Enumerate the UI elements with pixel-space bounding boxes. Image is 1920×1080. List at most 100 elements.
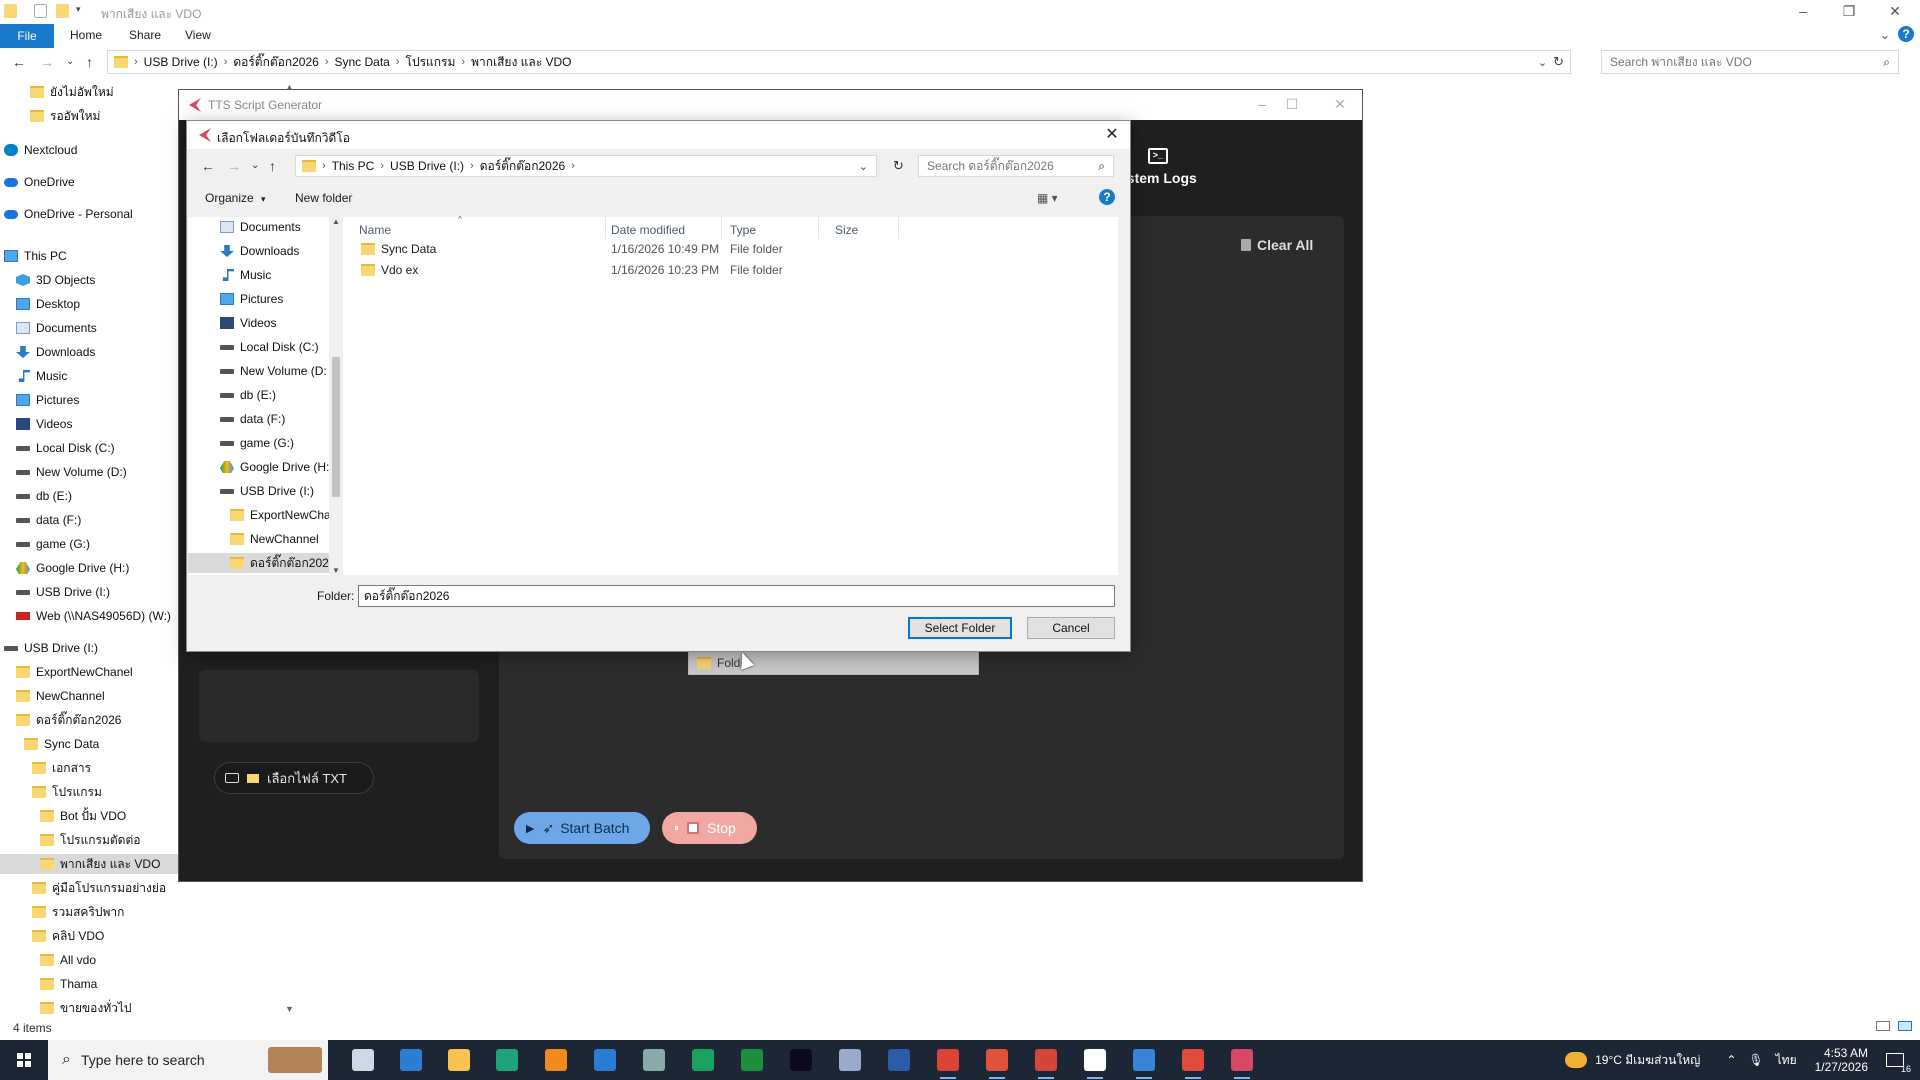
breadcrumb-item[interactable]: ดอร์ติ๊กต๊อก2026: [233, 53, 318, 72]
app-icon[interactable]: [1133, 1049, 1155, 1079]
back-arrow-icon[interactable]: ←: [201, 158, 215, 174]
tts-maximize-button[interactable]: ☐: [1269, 93, 1315, 117]
tab-view[interactable]: View: [185, 28, 211, 42]
large-icons-view-icon[interactable]: [1898, 1021, 1912, 1031]
app-icon[interactable]: [888, 1049, 910, 1071]
task-view-icon[interactable]: [352, 1049, 374, 1071]
tree-item[interactable]: game (G:): [188, 433, 340, 453]
details-view-icon[interactable]: [1876, 1021, 1890, 1031]
help-icon[interactable]: ?: [1099, 189, 1115, 205]
input-language[interactable]: ไทย: [1776, 1051, 1797, 1070]
tree-item[interactable]: data (F:): [188, 409, 340, 429]
dialog-address-bar[interactable]: › This PC › USB Drive (I:) › ดอร์ติ๊กต๊อ…: [295, 155, 877, 177]
app-icon[interactable]: [643, 1049, 665, 1071]
tree-item[interactable]: db (E:): [188, 385, 340, 405]
edge-icon[interactable]: [496, 1049, 518, 1071]
scroll-up-icon[interactable]: ▲: [332, 217, 340, 226]
column-divider[interactable]: [818, 217, 819, 239]
dropdown-icon[interactable]: ▾: [76, 4, 84, 18]
forward-arrow-icon[interactable]: →: [227, 158, 241, 174]
tree-item[interactable]: USB Drive (I:): [188, 481, 340, 501]
column-header-size[interactable]: Size: [835, 223, 858, 237]
scroll-down-icon[interactable]: ▼: [285, 1004, 294, 1014]
start-button[interactable]: [0, 1040, 48, 1080]
recent-dropdown-icon[interactable]: ⌄: [251, 160, 259, 171]
sheets-icon[interactable]: [741, 1049, 763, 1071]
google-drive-icon[interactable]: [692, 1049, 714, 1071]
terminal-icon[interactable]: [790, 1049, 812, 1071]
close-icon[interactable]: ✕: [1100, 123, 1124, 147]
sidebar-item[interactable]: Thama: [0, 974, 282, 994]
organize-button[interactable]: Organize ▾: [205, 191, 266, 205]
breadcrumb-item[interactable]: โปรแกรม: [406, 53, 456, 72]
column-divider[interactable]: [605, 217, 606, 239]
stop-button[interactable]: ⏸ Stop: [662, 812, 757, 844]
up-arrow-icon[interactable]: ↑: [269, 158, 276, 174]
chrome-icon[interactable]: [986, 1049, 1008, 1079]
scroll-thumb[interactable]: [332, 357, 340, 497]
select-folder-button[interactable]: Select Folder: [908, 617, 1012, 639]
forward-arrow-icon[interactable]: →: [40, 54, 54, 70]
tree-item[interactable]: Downloads: [188, 241, 340, 261]
microphone-icon[interactable]: 🎙: [1748, 1053, 1763, 1067]
tree-item[interactable]: Documents: [188, 217, 340, 237]
tree-item[interactable]: Pictures: [188, 289, 340, 309]
breadcrumb-item[interactable]: USB Drive (I:): [390, 159, 464, 173]
pick-txt-button[interactable]: เลือกไฟล์ TXT: [214, 762, 374, 794]
folder-name-input[interactable]: ดอร์ติ๊กต๊อก2026: [358, 585, 1115, 607]
start-batch-button[interactable]: ▶ ➶ Start Batch: [514, 812, 650, 844]
breadcrumb-item[interactable]: ดอร์ติ๊กต๊อก2026: [480, 157, 565, 176]
column-header-type[interactable]: Type: [730, 223, 756, 237]
table-row[interactable]: Vdo ex 1/16/2026 10:23 PM File folder: [343, 260, 1118, 280]
properties-icon[interactable]: [34, 4, 47, 18]
notification-icon[interactable]: 16: [1886, 1053, 1911, 1074]
sidebar-item[interactable]: รวมสคริปพาก: [0, 902, 282, 922]
chrome-icon[interactable]: [1035, 1049, 1057, 1079]
column-divider[interactable]: [721, 217, 722, 239]
back-arrow-icon[interactable]: ←: [12, 54, 26, 70]
clock[interactable]: 4:53 AM 1/27/2026: [1815, 1046, 1868, 1074]
refresh-icon[interactable]: ↻: [1553, 54, 1564, 70]
maximize-button[interactable]: ❐: [1826, 0, 1872, 24]
address-dropdown-icon[interactable]: ⌄: [1538, 56, 1547, 69]
tree-item[interactable]: Music: [188, 265, 340, 285]
up-arrow-icon[interactable]: ↑: [86, 54, 93, 70]
close-button[interactable]: ✕: [1872, 0, 1918, 24]
minimize-button[interactable]: –: [1780, 0, 1826, 24]
vlc-icon[interactable]: [545, 1049, 567, 1071]
column-header-name[interactable]: Name: [359, 223, 391, 237]
tree-item[interactable]: Google Drive (H:: [188, 457, 340, 477]
tab-share[interactable]: Share: [129, 28, 161, 42]
weather-text[interactable]: 19°C มีเมฆส่วนใหญ่: [1595, 1051, 1700, 1070]
column-header-date[interactable]: Date modified: [611, 223, 685, 237]
chevron-up-icon[interactable]: ⌃: [1726, 1053, 1736, 1067]
tab-file[interactable]: File: [0, 24, 54, 48]
capcut-icon[interactable]: [1084, 1049, 1106, 1079]
breadcrumb-item[interactable]: พากเสียง และ VDO: [471, 53, 571, 72]
new-folder-button[interactable]: New folder: [295, 191, 352, 205]
tree-item[interactable]: ExportNewCha: [188, 505, 340, 525]
expand-ribbon-icon[interactable]: ⌄: [1880, 28, 1890, 42]
tree-item[interactable]: Local Disk (C:): [188, 337, 340, 357]
table-row[interactable]: Sync Data 1/16/2026 10:49 PM File folder: [343, 239, 1118, 259]
chrome-icon[interactable]: [1182, 1049, 1204, 1079]
sidebar-item[interactable]: ขายของทั่วไป: [0, 998, 282, 1014]
scroll-down-icon[interactable]: ▼: [332, 566, 340, 575]
refresh-icon[interactable]: ↻: [893, 158, 904, 174]
tree-item[interactable]: Videos: [188, 313, 340, 333]
tree-item[interactable]: New Volume (D:: [188, 361, 340, 381]
outlook-icon[interactable]: [594, 1049, 616, 1071]
store-icon[interactable]: [400, 1049, 422, 1071]
address-dropdown-icon[interactable]: ⌄: [859, 160, 868, 173]
weather-icon[interactable]: [1565, 1052, 1588, 1068]
sidebar-item[interactable]: All vdo: [0, 950, 282, 970]
tree-item[interactable]: ดอร์ติ๊กต๊อก202: [188, 553, 340, 573]
taskbar-search-box[interactable]: ⌕ Type here to search: [48, 1040, 328, 1080]
breadcrumb-item[interactable]: This PC: [332, 159, 375, 173]
tts-app-icon[interactable]: [1231, 1049, 1253, 1079]
column-divider[interactable]: [898, 217, 899, 239]
clear-all-button[interactable]: Clear All: [1241, 237, 1313, 253]
sidebar-item[interactable]: คลิป VDO: [0, 926, 282, 946]
tts-close-button[interactable]: ✕: [1317, 93, 1363, 117]
breadcrumb-item[interactable]: Sync Data: [335, 55, 390, 69]
